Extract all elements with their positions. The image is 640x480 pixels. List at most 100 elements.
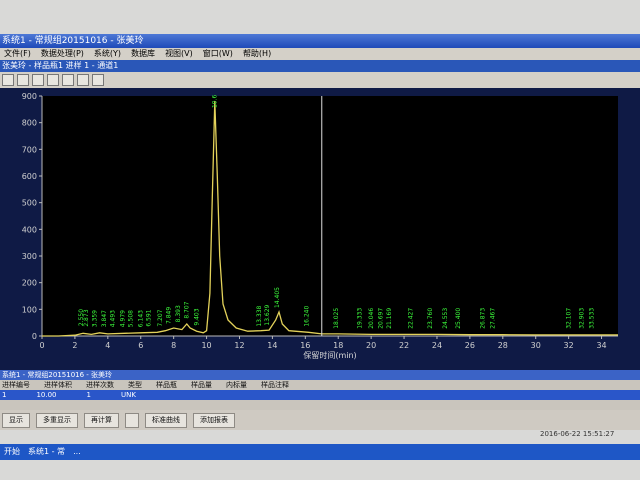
x-tick-label: 28 xyxy=(498,341,508,350)
calibration-curve-button[interactable]: 标准曲线 xyxy=(145,412,187,428)
peak-icon[interactable] xyxy=(47,74,59,86)
peak-label: 6.143 xyxy=(137,310,144,327)
display-button[interactable]: 显示 xyxy=(2,412,30,428)
x-tick-label: 22 xyxy=(399,341,409,350)
peak-label: 20.046 xyxy=(368,308,375,329)
y-tick-label: 500 xyxy=(22,199,37,208)
peak-label: 10.6 xyxy=(211,94,218,108)
chromatogram-chart: 0100200300400500600700800900 0 2 4 6 8 10 12 14… xyxy=(22,92,618,360)
peak-label: 20.697 xyxy=(378,308,385,329)
peak-label: 8.393 xyxy=(175,305,182,322)
recalculate-button[interactable]: 再计算 xyxy=(84,412,119,428)
chromatogram-plot-area: 0 100 200 300 400 500 600 700 800 900 0 2 4 6 8 10 12 14… xyxy=(0,88,640,370)
peak-label: 5.508 xyxy=(128,310,135,327)
x-axis-label: 保留时间(min) xyxy=(303,350,356,360)
col-injection-volume: 进样体积 xyxy=(44,381,72,389)
x-tick-label: 4 xyxy=(105,341,110,350)
peak-label: 18.025 xyxy=(333,308,340,329)
peak-label: 24.553 xyxy=(442,308,449,329)
peak-label: 13.338 xyxy=(256,305,263,326)
y-tick-label: 400 xyxy=(22,225,37,234)
col-type: 类型 xyxy=(128,381,142,389)
window-title-bar: 系统1 - 常规组20151016 - 张美玲 xyxy=(0,34,640,48)
y-tick-label: 600 xyxy=(22,172,37,181)
menu-file[interactable]: 文件(F) xyxy=(4,48,31,60)
table-row[interactable]: 1 10.00 1 UNK xyxy=(0,390,640,400)
taskbar: 开始 系统1 - 常 ... xyxy=(0,444,640,460)
x-tick-label: 16 xyxy=(300,341,310,350)
cell-type: UNK xyxy=(120,391,136,399)
menu-database[interactable]: 数据库 xyxy=(131,48,155,60)
menu-view[interactable]: 视图(V) xyxy=(165,48,193,60)
peak-label: 22.427 xyxy=(407,308,414,329)
col-vial: 样品瓶 xyxy=(156,381,177,389)
peak-label: 3.359 xyxy=(91,310,98,327)
peak-label: 6.591 xyxy=(146,309,153,326)
status-clock: 2016-06-22 15:51:27 xyxy=(540,430,615,438)
report-icon[interactable] xyxy=(92,74,104,86)
x-tick-label: 30 xyxy=(531,341,541,350)
peak-label: 3.847 xyxy=(101,310,108,327)
peak-label: 32.107 xyxy=(565,308,572,329)
peak-label: 4.493 xyxy=(109,310,116,327)
baseline-icon[interactable] xyxy=(32,74,44,86)
x-tick-label: 12 xyxy=(234,341,244,350)
injection-table-title: 系统1 - 常规组20151016 - 张美玲 xyxy=(0,370,640,380)
y-tick-label: 800 xyxy=(22,119,37,128)
disabled-button-1[interactable] xyxy=(125,412,139,428)
x-tick-label: 10 xyxy=(201,341,211,350)
x-tick-label: 32 xyxy=(564,341,574,350)
peak-label: 16.240 xyxy=(304,305,311,326)
peak-label: 27.467 xyxy=(490,308,497,329)
x-tick-label: 0 xyxy=(39,341,44,350)
info-icon[interactable] xyxy=(2,74,14,86)
peak-label: 14.405 xyxy=(274,287,281,308)
x-tick-label: 26 xyxy=(465,341,475,350)
peak-label: 13.629 xyxy=(264,304,271,325)
x-tick-label: 20 xyxy=(366,341,376,350)
x-tick-label: 34 xyxy=(596,341,606,350)
y-tick-label: 0 xyxy=(32,332,37,341)
taskbar-item[interactable]: 系统1 - 常 xyxy=(28,444,65,460)
cell-injection-id: 1 xyxy=(2,391,7,399)
menu-window[interactable]: 窗口(W) xyxy=(203,48,233,60)
overlay-icon[interactable] xyxy=(77,74,89,86)
peak-label: 8.707 xyxy=(183,301,190,318)
x-axis-ticks: 0 2 4 6 8 10 12 14 16 18 20 22 24 26 28 30 32 34 xyxy=(39,336,607,350)
cell-injection-volume: 10.00 xyxy=(36,391,57,399)
menu-help[interactable]: 帮助(H) xyxy=(243,48,271,60)
x-tick-label: 6 xyxy=(138,341,143,350)
zoom-icon[interactable] xyxy=(17,74,29,86)
action-button-bar: 显示 多重显示 再计算 标准曲线 添加报表 xyxy=(0,410,640,430)
chromatogram-title: 张美玲 - 样品瓶1 进样 1 - 通道1 xyxy=(2,61,119,70)
y-axis-ticks: 0 100 200 300 400 500 600 700 800 900 xyxy=(22,92,42,341)
y-tick-label: 100 xyxy=(22,305,37,314)
taskbar-item[interactable]: ... xyxy=(73,444,81,460)
x-tick-label: 14 xyxy=(267,341,277,350)
start-button[interactable]: 开始 xyxy=(4,444,20,460)
menu-data-processing[interactable]: 数据处理(P) xyxy=(41,48,84,60)
integrate-icon[interactable] xyxy=(62,74,74,86)
peak-label: 23.760 xyxy=(427,308,434,329)
chromatogram-window-title: 张美玲 - 样品瓶1 进样 1 - 通道1 xyxy=(0,60,640,72)
peak-label: 26.873 xyxy=(480,308,487,329)
col-internal-standard: 内标量 xyxy=(226,381,247,389)
peak-label: 2.873 xyxy=(83,309,90,326)
peak-label: 21.169 xyxy=(386,308,393,329)
cell-injection-count: 1 xyxy=(86,391,91,399)
col-injection-count: 进样次数 xyxy=(86,381,114,389)
col-comment: 样品注释 xyxy=(261,381,289,389)
peak-label: 33.533 xyxy=(588,308,595,329)
peak-label: 7.207 xyxy=(157,309,164,326)
y-tick-label: 300 xyxy=(22,252,37,261)
peak-label: 32.903 xyxy=(578,308,585,329)
multi-display-button[interactable]: 多重显示 xyxy=(36,412,78,428)
peak-label: 7.849 xyxy=(165,307,172,324)
x-tick-label: 8 xyxy=(171,341,176,350)
injection-table: 系统1 - 常规组20151016 - 张美玲 进样编号 进样体积 进样次数 类… xyxy=(0,370,640,410)
add-report-button[interactable]: 添加报表 xyxy=(193,412,235,428)
toolbar xyxy=(0,72,640,88)
menu-system[interactable]: 系统(Y) xyxy=(94,48,121,60)
y-tick-label: 200 xyxy=(22,279,37,288)
window-title: 系统1 - 常规组20151016 - 张美玲 xyxy=(2,36,144,46)
